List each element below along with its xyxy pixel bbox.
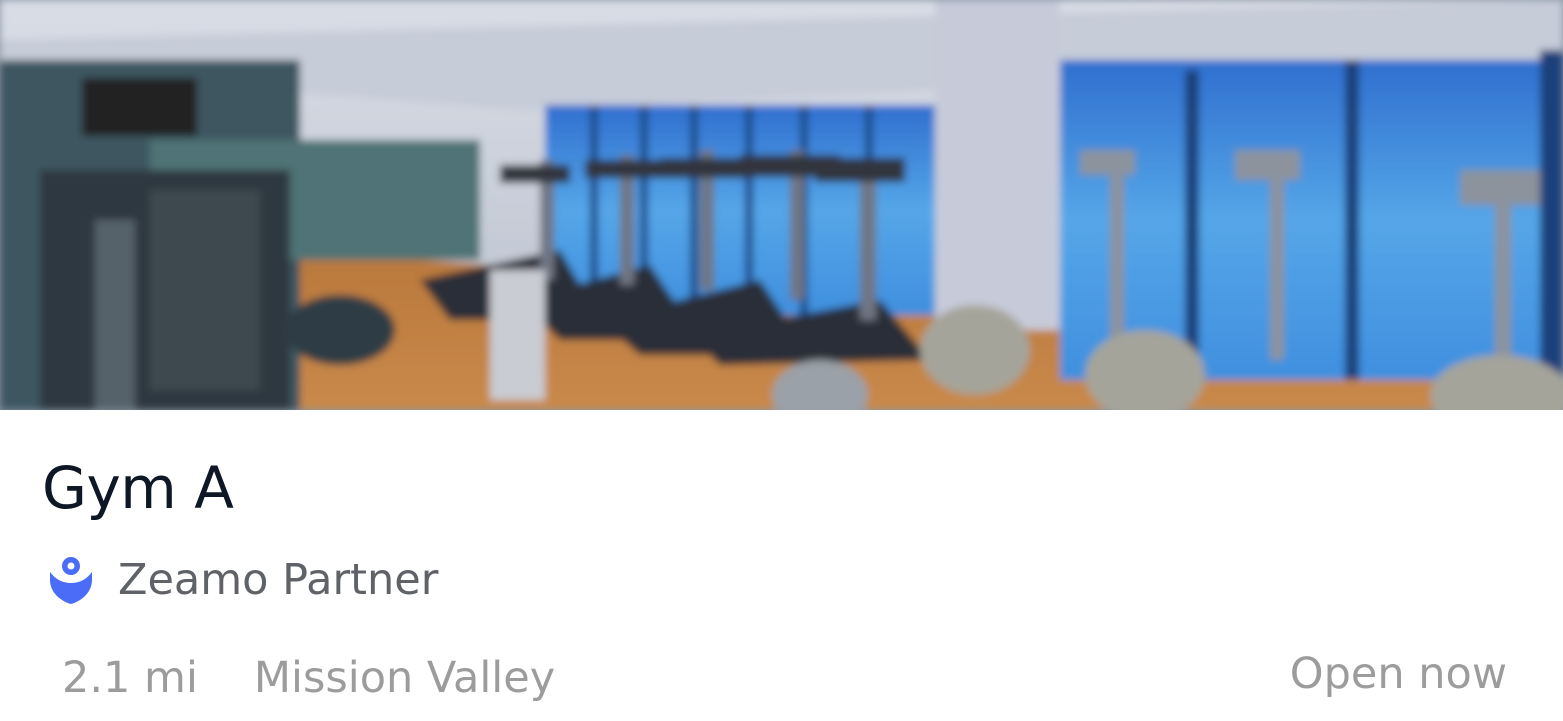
- gym-photo[interactable]: [0, 0, 1563, 410]
- gym-meta-row: 2.1 mi Mission Valley: [62, 648, 555, 708]
- neighborhood-label: Mission Valley: [253, 653, 556, 703]
- distance-label: 2.1 mi: [62, 653, 198, 703]
- open-status: Open now: [1289, 649, 1507, 699]
- partner-row: Zeamo Partner: [48, 550, 438, 610]
- zeamo-partner-badge-icon: [50, 557, 92, 604]
- partner-label: Zeamo Partner: [118, 555, 439, 605]
- gym-name[interactable]: Gym A: [42, 452, 234, 524]
- gym-interior-image: [0, 0, 1563, 410]
- gym-card[interactable]: Gym A Zeamo Partner 2.1 mi Mission Valle…: [0, 0, 1563, 721]
